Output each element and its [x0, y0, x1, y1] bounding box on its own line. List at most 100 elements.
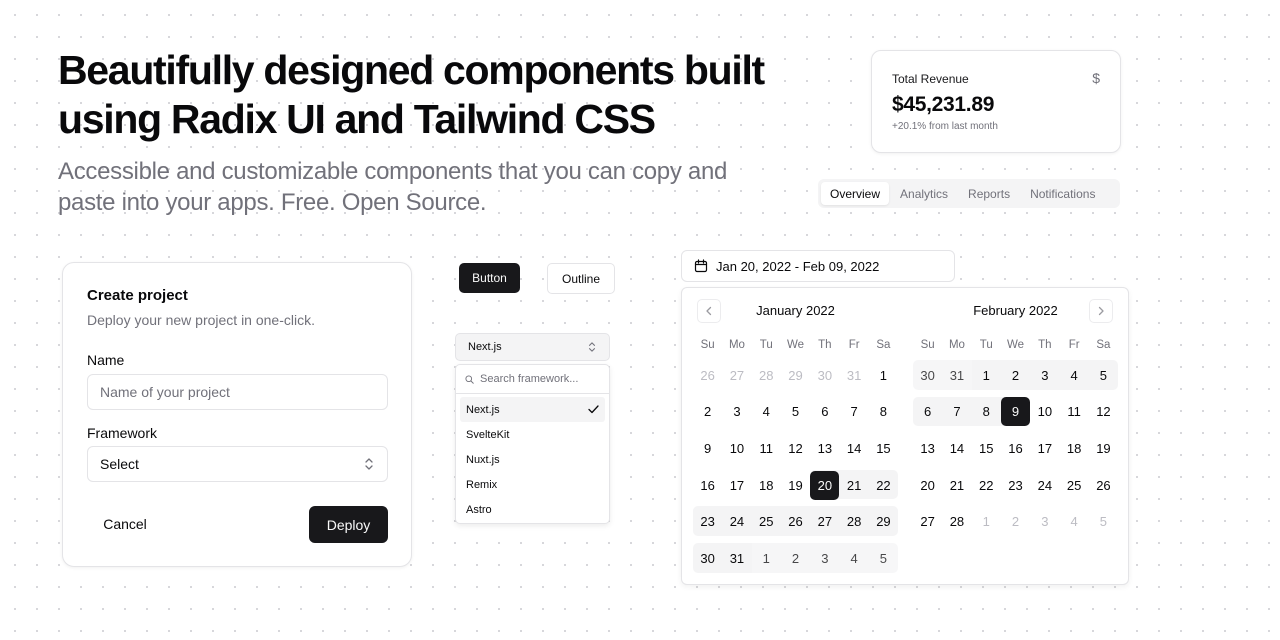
calendar-day[interactable]: 19	[1089, 430, 1118, 467]
calendar-day[interactable]: 7	[839, 394, 868, 431]
outline-button[interactable]: Outline	[547, 263, 615, 294]
calendar-day[interactable]: 12	[781, 430, 810, 467]
calendar-day[interactable]: 1	[869, 357, 898, 394]
calendar-day[interactable]: 3	[810, 540, 840, 577]
tab-notifications[interactable]: Notifications	[1021, 182, 1104, 205]
deploy-button[interactable]: Deploy	[309, 506, 388, 543]
calendar-day[interactable]: 25	[751, 503, 782, 540]
calendar-day[interactable]: 16	[693, 467, 722, 504]
combobox-option[interactable]: Nuxt.js	[460, 447, 605, 472]
calendar-day[interactable]: 24	[1030, 467, 1059, 504]
calendar-day[interactable]: 27	[810, 503, 840, 540]
calendar-day[interactable]: 7	[942, 394, 972, 431]
calendar-day[interactable]: 1	[751, 540, 782, 577]
calendar-day[interactable]: 8	[869, 394, 898, 431]
calendar-day[interactable]: 23	[693, 503, 723, 540]
calendar-day[interactable]: 31	[839, 357, 868, 394]
calendar-day[interactable]: 26	[693, 357, 722, 394]
calendar-day[interactable]: 5	[781, 394, 810, 431]
calendar-day[interactable]: 12	[1089, 394, 1118, 431]
calendar-day[interactable]: 5	[1088, 357, 1119, 394]
calendar-day[interactable]: 3	[722, 394, 751, 431]
calendar-day[interactable]: 27	[913, 503, 942, 540]
combobox-option[interactable]: SvelteKit	[460, 422, 605, 447]
calendar-day[interactable]: 14	[839, 430, 868, 467]
calendar-day[interactable]: 31	[722, 540, 752, 577]
calendar-day[interactable]: 3	[1030, 357, 1060, 394]
tab-overview[interactable]: Overview	[821, 182, 890, 205]
calendar-day[interactable]: 28	[942, 503, 971, 540]
day-number: 12	[1096, 404, 1111, 420]
calendar-day[interactable]: 13	[913, 430, 942, 467]
date-range-trigger[interactable]: Jan 20, 2022 - Feb 09, 2022	[681, 250, 955, 282]
calendar-day[interactable]: 20	[913, 467, 942, 504]
day-number: 1	[879, 367, 888, 383]
calendar-day[interactable]: 10	[1030, 394, 1059, 431]
calendar-day-selected[interactable]: 20	[810, 467, 840, 504]
calendar-day[interactable]: 14	[942, 430, 971, 467]
combobox-option[interactable]: Remix	[460, 472, 605, 497]
calendar-day[interactable]: 17	[722, 467, 751, 504]
calendar-day[interactable]: 3	[1030, 503, 1059, 540]
calendar-day[interactable]: 21	[839, 467, 870, 504]
calendar-day[interactable]: 4	[1059, 357, 1090, 394]
calendar-day[interactable]: 15	[972, 430, 1001, 467]
calendar-day[interactable]: 26	[1089, 467, 1118, 504]
combobox-option[interactable]: Next.js	[460, 397, 605, 422]
calendar-day[interactable]: 6	[913, 394, 943, 431]
calendar-day[interactable]: 26	[780, 503, 811, 540]
calendar-day[interactable]: 2	[693, 394, 722, 431]
calendar-day[interactable]: 1	[971, 357, 1002, 394]
calendar-day[interactable]: 2	[1001, 503, 1030, 540]
calendar-day[interactable]: 22	[868, 467, 899, 504]
weekday-label: Mo	[948, 339, 965, 351]
cancel-button[interactable]: Cancel	[87, 506, 163, 542]
calendar-day[interactable]: 23	[1001, 467, 1030, 504]
calendar-day[interactable]: 16	[1001, 430, 1030, 467]
calendar-day[interactable]: 22	[972, 467, 1001, 504]
framework-search-input[interactable]	[480, 373, 600, 385]
calendar-day[interactable]: 31	[942, 357, 972, 394]
calendar-day[interactable]: 4	[1059, 503, 1088, 540]
calendar-day[interactable]: 4	[752, 394, 781, 431]
tab-reports[interactable]: Reports	[959, 182, 1019, 205]
tab-analytics[interactable]: Analytics	[891, 182, 957, 205]
day-number: 22	[979, 477, 994, 493]
calendar-day[interactable]: 29	[781, 357, 810, 394]
calendar-day[interactable]: 11	[1059, 394, 1088, 431]
calendar-day[interactable]: 2	[1000, 357, 1031, 394]
calendar-day[interactable]: 5	[1089, 503, 1118, 540]
framework-select[interactable]: Select	[87, 446, 388, 482]
calendar-day[interactable]: 4	[839, 540, 870, 577]
calendar-day[interactable]: 25	[1059, 467, 1088, 504]
calendar-day[interactable]: 8	[971, 394, 1002, 431]
calendar-day[interactable]: 30	[693, 540, 723, 577]
revenue-label: Total Revenue	[892, 72, 969, 86]
calendar-day[interactable]: 19	[781, 467, 810, 504]
calendar-day[interactable]: 5	[868, 540, 899, 577]
calendar-day[interactable]: 2	[780, 540, 811, 577]
calendar-day[interactable]: 30	[913, 357, 943, 394]
combobox-option[interactable]: Astro	[460, 497, 605, 522]
calendar-day-selected[interactable]: 9	[1000, 394, 1031, 431]
calendar-day[interactable]: 29	[868, 503, 899, 540]
calendar-day[interactable]: 18	[1059, 430, 1088, 467]
calendar-day[interactable]: 18	[752, 467, 781, 504]
calendar-day[interactable]: 24	[722, 503, 752, 540]
calendar-day[interactable]: 27	[722, 357, 751, 394]
project-name-input[interactable]	[87, 374, 388, 410]
calendar-day[interactable]: 21	[942, 467, 971, 504]
calendar-day[interactable]: 1	[972, 503, 1001, 540]
calendar-day[interactable]: 15	[869, 430, 898, 467]
primary-button[interactable]: Button	[459, 263, 520, 293]
calendar-day[interactable]: 13	[810, 430, 839, 467]
calendar-day[interactable]: 10	[722, 430, 751, 467]
calendar-day[interactable]: 17	[1030, 430, 1059, 467]
calendar-day[interactable]: 30	[810, 357, 839, 394]
calendar-day[interactable]: 6	[810, 394, 839, 431]
framework-combobox-trigger[interactable]: Next.js	[455, 333, 610, 361]
calendar-day[interactable]: 9	[693, 430, 722, 467]
calendar-day[interactable]: 28	[839, 503, 870, 540]
calendar-day[interactable]: 11	[752, 430, 781, 467]
calendar-day[interactable]: 28	[752, 357, 781, 394]
